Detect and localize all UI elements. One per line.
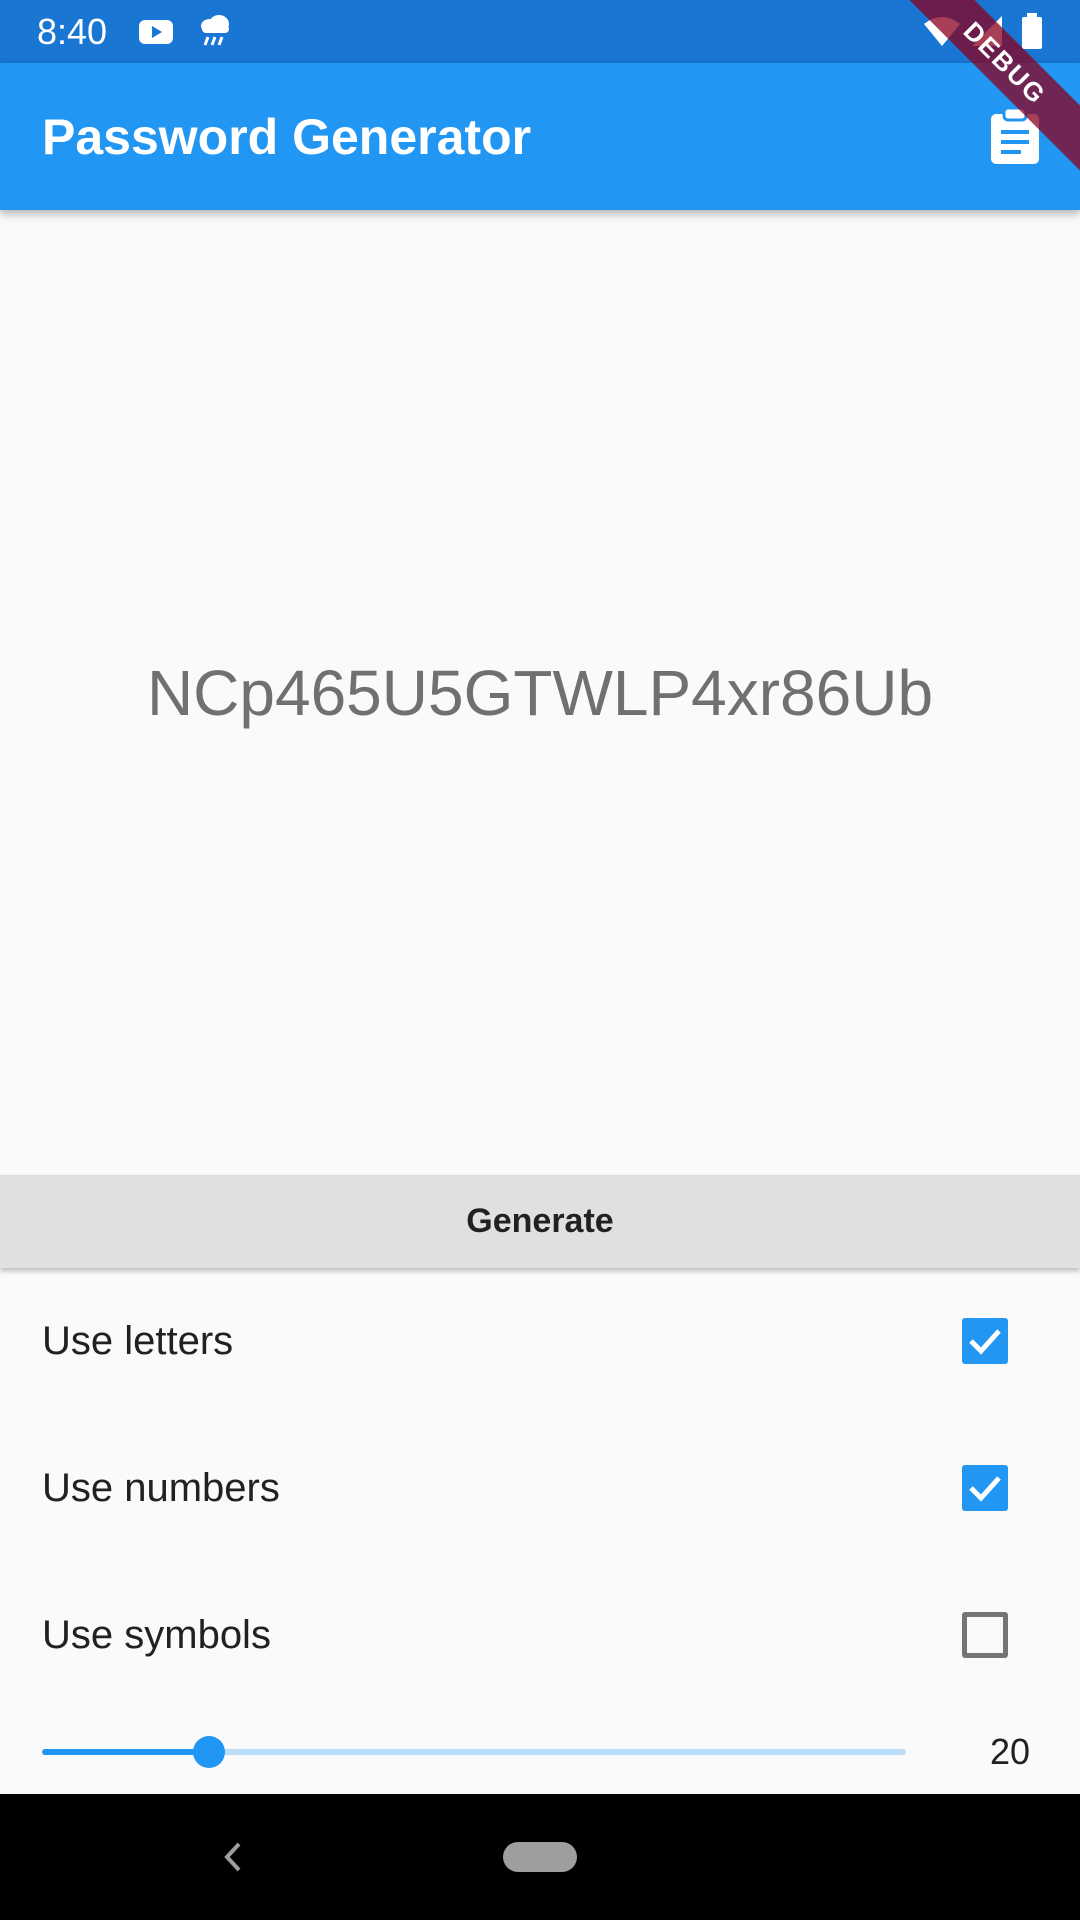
generated-password: NCp465U5GTWLP4xr86Ub (146, 657, 934, 729)
home-pill-button[interactable] (503, 1842, 577, 1872)
option-label: Use symbols (42, 1613, 271, 1657)
option-label: Use numbers (42, 1466, 280, 1510)
length-slider[interactable] (42, 1732, 906, 1772)
use-letters-checkbox[interactable] (962, 1318, 1008, 1364)
status-time: 8:40 (37, 11, 108, 52)
checkmark-icon (969, 1329, 1001, 1355)
use-numbers-checkbox[interactable] (962, 1465, 1008, 1511)
app-title: Password Generator (42, 109, 532, 165)
app-bar: Password Generator (0, 63, 1080, 210)
slider-thumb[interactable] (193, 1736, 225, 1768)
youtube-icon (138, 12, 174, 57)
slider-active-track (42, 1749, 209, 1755)
rain-cloud-icon (198, 12, 232, 57)
checkmark-icon (969, 1476, 1001, 1502)
generate-button[interactable]: Generate (0, 1175, 1080, 1268)
use-symbols-checkbox[interactable] (962, 1612, 1008, 1658)
option-label: Use letters (42, 1319, 234, 1363)
option-use-symbols: Use symbols (0, 1562, 1080, 1708)
navigation-bar (0, 1794, 1080, 1920)
back-icon[interactable] (213, 1834, 253, 1880)
length-value: 20 (989, 1731, 1031, 1772)
option-use-letters: Use letters (0, 1268, 1080, 1414)
option-use-numbers: Use numbers (0, 1415, 1080, 1561)
